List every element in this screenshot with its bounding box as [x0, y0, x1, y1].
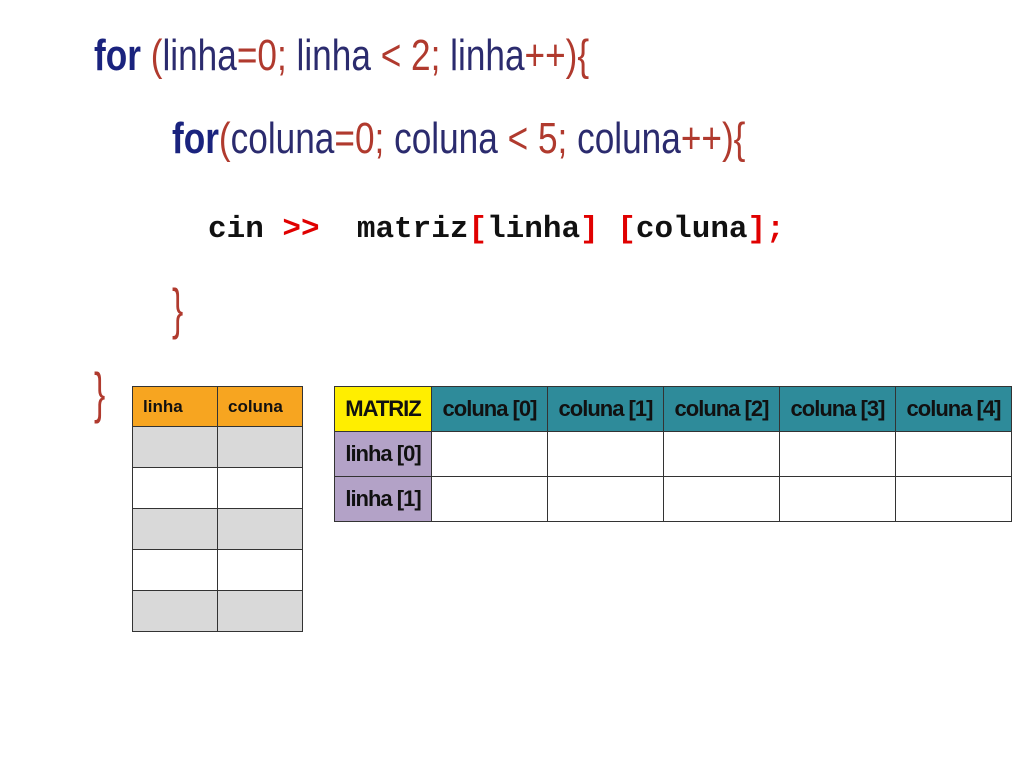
- assign-operator: =: [236, 31, 258, 80]
- open-paren: (: [218, 114, 231, 163]
- table-cell: [132, 467, 218, 509]
- condition-variable: linha: [286, 31, 381, 80]
- matrix-header-row: MATRIZ coluna [0] coluna [1] coluna [2] …: [334, 386, 1012, 432]
- matrix-cell: [547, 476, 664, 522]
- condition-variable: coluna: [384, 114, 508, 163]
- table-cell: [217, 426, 303, 468]
- less-than-operator: <: [507, 114, 529, 163]
- table-row: [132, 467, 303, 509]
- increment-variable: coluna: [567, 114, 681, 163]
- matrix-row: linha [1]: [334, 476, 1012, 522]
- table-row: [132, 426, 303, 468]
- semicolon: ;: [766, 212, 785, 247]
- matrix-cell: [779, 431, 896, 477]
- table-row: [132, 549, 303, 591]
- open-brace: {: [733, 114, 746, 163]
- inner-close-brace: }: [172, 277, 184, 340]
- matrix-row: linha [0]: [334, 431, 1012, 477]
- table-cell: [217, 590, 303, 632]
- table-cell: [217, 508, 303, 550]
- matrix-cell: [663, 476, 780, 522]
- open-bracket: [: [468, 212, 488, 247]
- cin-keyword: cin: [208, 212, 283, 247]
- close-paren: ): [721, 114, 734, 163]
- column-index: coluna: [635, 212, 748, 247]
- matrix-cell: [431, 476, 548, 522]
- trace-table: linha coluna: [132, 386, 303, 632]
- table-cell: [132, 590, 218, 632]
- semicolon: ;: [374, 114, 385, 163]
- table-row: [132, 508, 303, 550]
- matrix-row-label: linha [0]: [334, 431, 432, 477]
- table-cell: [132, 426, 218, 468]
- trace-header-row: linha coluna: [132, 386, 303, 427]
- extraction-operator: >>: [282, 212, 320, 247]
- increment-operator: ++: [524, 31, 566, 80]
- init-value: 0: [354, 114, 375, 163]
- close-paren: ): [565, 31, 578, 80]
- open-brace: {: [577, 31, 590, 80]
- loop-variable: coluna: [230, 114, 335, 163]
- cin-statement-line: cin >> matriz[linha] [coluna];: [208, 214, 785, 245]
- table-row: [132, 590, 303, 632]
- matrix-column-header: coluna [4]: [895, 386, 1012, 432]
- table-cell: [217, 467, 303, 509]
- inner-for-loop-line: for(coluna=0; coluna < 5; coluna++){: [172, 117, 745, 161]
- init-value: 0: [257, 31, 277, 80]
- for-keyword: for: [172, 114, 219, 163]
- close-bracket: ]: [747, 212, 767, 247]
- for-keyword: for: [94, 31, 141, 80]
- table-cell: [217, 549, 303, 591]
- matrix-cell: [779, 476, 896, 522]
- outer-close-brace: }: [94, 361, 106, 424]
- matrix-column-header: coluna [3]: [779, 386, 896, 432]
- matrix-column-header: coluna [2]: [663, 386, 780, 432]
- table-cell: [132, 549, 218, 591]
- row-index: linha: [487, 212, 581, 247]
- matrix-column-header: coluna [1]: [547, 386, 664, 432]
- matrix-table: MATRIZ coluna [0] coluna [1] coluna [2] …: [334, 386, 1012, 522]
- limit-value: 5: [528, 114, 558, 163]
- matrix-cell: [895, 431, 1012, 477]
- matrix-row-label: linha [1]: [334, 476, 432, 522]
- loop-variable: linha: [162, 31, 237, 80]
- outer-for-loop-line: for (linha=0; linha < 2; linha++){: [94, 34, 589, 78]
- semicolon: ;: [557, 114, 568, 163]
- assign-operator: =: [334, 114, 355, 163]
- increment-operator: ++: [680, 114, 722, 163]
- semicolon: ;: [276, 31, 287, 80]
- open-paren: (: [150, 31, 163, 80]
- close-bracket: ]: [580, 212, 599, 247]
- matrix-cell: [895, 476, 1012, 522]
- matrix-cell: [431, 431, 548, 477]
- limit-value: 2: [401, 31, 431, 80]
- semicolon: ;: [430, 31, 441, 80]
- matrix-name: matriz: [319, 212, 469, 247]
- open-bracket: [: [617, 212, 636, 247]
- matrix-cell: [547, 431, 664, 477]
- matrix-corner-label: MATRIZ: [334, 386, 432, 432]
- less-than-operator: <: [380, 31, 402, 80]
- matrix-cell: [663, 431, 780, 477]
- trace-header-linha: linha: [132, 386, 218, 427]
- increment-variable: linha: [440, 31, 525, 80]
- table-cell: [132, 508, 218, 550]
- trace-header-coluna: coluna: [217, 386, 303, 427]
- matrix-column-header: coluna [0]: [431, 386, 548, 432]
